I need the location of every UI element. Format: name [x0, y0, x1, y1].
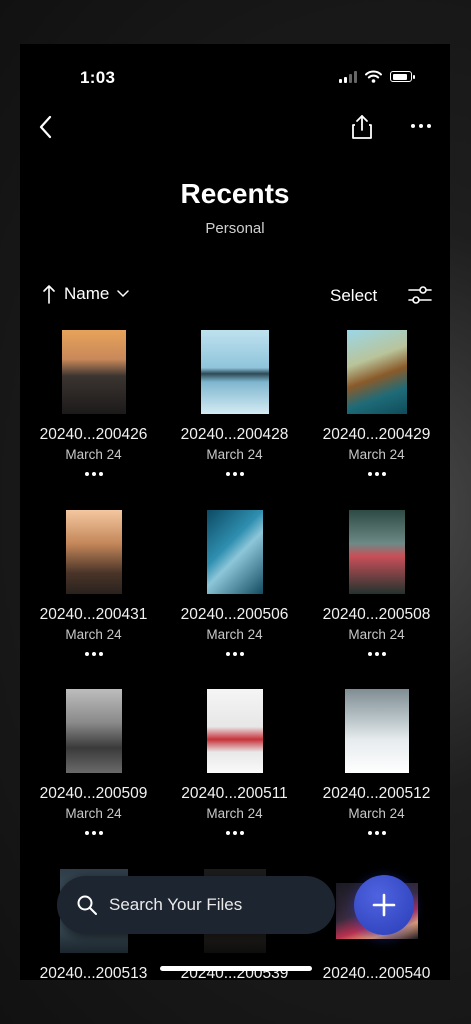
search-bar[interactable]: Search Your Files — [57, 876, 335, 934]
file-more-options-icon[interactable] — [163, 472, 306, 480]
file-more-options-icon[interactable] — [305, 472, 448, 480]
file-name: 20240...200508 — [322, 606, 431, 623]
home-indicator — [160, 966, 312, 971]
file-item[interactable]: 20240...200429 March 24 — [305, 330, 448, 480]
filter-sliders-icon[interactable] — [408, 284, 432, 306]
file-more-options-icon[interactable] — [163, 652, 306, 660]
file-more-options-icon[interactable] — [22, 472, 165, 480]
more-options-icon[interactable] — [408, 118, 434, 134]
file-name: 20240...200540 — [322, 965, 431, 980]
file-date: March 24 — [348, 806, 405, 821]
file-item[interactable]: 20240...200506 March 24 — [163, 510, 306, 660]
chevron-down-icon — [117, 290, 130, 298]
file-thumbnail[interactable] — [200, 330, 269, 414]
plus-icon — [372, 893, 396, 917]
file-item[interactable]: 20240...200508 March 24 — [305, 510, 448, 660]
file-name: 20240...200513 — [39, 965, 148, 980]
file-more-options-icon[interactable] — [22, 831, 165, 839]
file-item[interactable]: 20240...200428 March 24 — [163, 330, 306, 480]
search-placeholder: Search Your Files — [109, 895, 243, 914]
cellular-signal-icon — [339, 70, 357, 83]
file-item[interactable]: 20240...200426 March 24 — [22, 330, 165, 480]
file-thumbnail[interactable] — [206, 689, 263, 773]
file-more-options-icon[interactable] — [305, 831, 448, 839]
file-item[interactable]: 20240...200512 March 24 — [305, 689, 448, 839]
status-time: 1:03 — [80, 68, 116, 87]
file-more-options-icon[interactable] — [305, 652, 448, 660]
file-more-options-icon[interactable] — [163, 831, 306, 839]
file-item[interactable]: 20240...200509 March 24 — [22, 689, 165, 839]
file-name: 20240...200509 — [39, 785, 148, 802]
file-date: March 24 — [65, 806, 122, 821]
file-thumbnail[interactable] — [346, 330, 407, 414]
page-title: Recents — [180, 178, 290, 209]
file-thumbnail[interactable] — [65, 510, 122, 594]
file-thumbnail[interactable] — [61, 330, 126, 414]
file-date: March 24 — [206, 627, 263, 642]
app-screen: 1:03 Recents Personal Name Select 20240.… — [20, 44, 450, 980]
file-date: March 24 — [206, 806, 263, 821]
sort-control[interactable]: Name — [42, 284, 130, 304]
file-date: March 24 — [206, 447, 263, 462]
back-chevron-icon[interactable] — [34, 112, 60, 142]
search-icon — [77, 895, 97, 915]
status-icons — [339, 70, 415, 83]
file-name: 20240...200429 — [322, 426, 431, 443]
file-item[interactable]: 20240...200431 March 24 — [22, 510, 165, 660]
file-thumbnail[interactable] — [348, 510, 405, 594]
file-date: March 24 — [348, 447, 405, 462]
file-thumbnail[interactable] — [206, 510, 263, 594]
add-button[interactable] — [354, 875, 414, 935]
file-thumbnail[interactable] — [65, 689, 122, 773]
file-date: March 24 — [65, 627, 122, 642]
file-name: 20240...200431 — [39, 606, 148, 623]
share-icon[interactable] — [350, 114, 374, 140]
select-button[interactable]: Select — [330, 286, 377, 306]
file-more-options-icon[interactable] — [22, 652, 165, 660]
sort-label: Name — [64, 284, 110, 303]
file-date: March 24 — [348, 627, 405, 642]
file-date: March 24 — [65, 447, 122, 462]
file-name: 20240...200426 — [39, 426, 148, 443]
file-name: 20240...200512 — [322, 785, 431, 802]
wifi-icon — [365, 70, 382, 83]
battery-icon — [390, 71, 415, 82]
file-name: 20240...200506 — [180, 606, 289, 623]
sort-arrow-up-icon — [43, 285, 55, 304]
page-subtitle: Personal — [205, 220, 265, 237]
file-name: 20240...200428 — [180, 426, 289, 443]
file-thumbnail[interactable] — [344, 689, 409, 773]
file-name: 20240...200511 — [181, 785, 288, 802]
file-item[interactable]: 20240...200511 March 24 — [163, 689, 306, 839]
